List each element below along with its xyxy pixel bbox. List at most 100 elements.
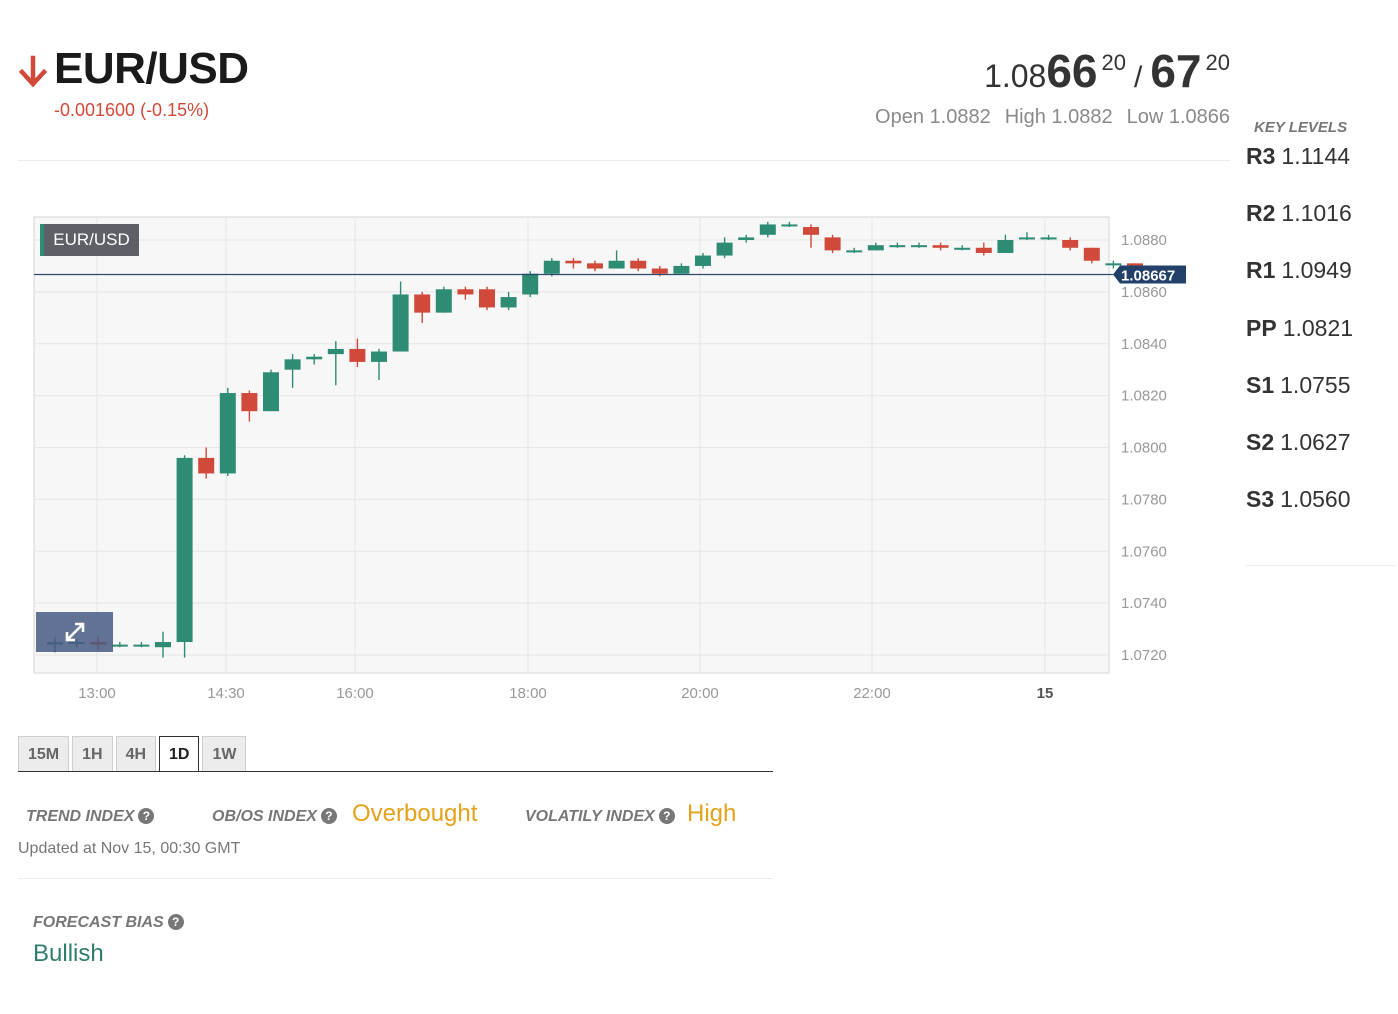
candle-body — [651, 268, 668, 274]
x-tick-label: 20:00 — [681, 685, 719, 702]
help-icon[interactable]: ? — [167, 914, 184, 930]
divider — [1246, 565, 1396, 566]
candle-body — [587, 263, 603, 269]
key-level-s3: S3 1.0560 — [1246, 486, 1351, 513]
key-level-name: S2 — [1246, 429, 1275, 455]
chart-symbol-label: EUR/USD — [40, 224, 139, 256]
candle-body — [975, 247, 992, 253]
candle-body — [630, 260, 647, 269]
candle-body — [759, 224, 776, 235]
high-value: High 1.0882 — [1004, 106, 1113, 128]
bid-sup: 20 — [1101, 50, 1126, 75]
help-icon[interactable]: ? — [320, 808, 337, 824]
y-tick-label: 1.0880 — [1121, 232, 1167, 249]
candle-body — [738, 237, 755, 240]
volatility-index-value: High — [687, 800, 737, 827]
candle-body — [889, 245, 906, 248]
candle-body — [803, 227, 819, 235]
help-icon[interactable]: ? — [138, 808, 155, 824]
candle-body — [241, 393, 258, 412]
low-value: Low 1.0866 — [1126, 106, 1230, 128]
forecast-bias-value: Bullish — [33, 940, 104, 967]
candle-body — [608, 260, 625, 269]
bid-big: 66 — [1046, 45, 1098, 97]
y-tick-label: 1.0860 — [1121, 284, 1167, 301]
trend-index-text: TREND INDEX — [26, 808, 135, 825]
expand-icon — [65, 622, 84, 642]
candle-body — [155, 642, 171, 648]
key-level-s2: S2 1.0627 — [1246, 429, 1351, 456]
key-level-name: PP — [1246, 314, 1277, 341]
y-tick-label: 1.0820 — [1121, 388, 1167, 405]
x-tick-label: 22:00 — [853, 685, 891, 702]
candle-body — [824, 237, 841, 251]
divider — [18, 878, 773, 879]
key-level-name: R3 — [1246, 143, 1276, 169]
key-level-r3: R3 1.1144 — [1246, 143, 1350, 170]
candle-body — [1040, 237, 1057, 240]
x-tick-label: 16:00 — [336, 685, 374, 702]
candle-body — [1019, 237, 1035, 240]
bid-ask-quote: 1.0866 20/67 20 — [984, 44, 1230, 98]
candle-body — [673, 265, 690, 274]
key-level-name: S3 — [1246, 486, 1275, 513]
help-icon[interactable]: ? — [658, 808, 675, 824]
obos-index-text: OB/OS INDEX — [212, 808, 317, 825]
tab-1h[interactable]: 1H — [72, 736, 113, 772]
candle-body — [198, 457, 215, 474]
candle-body — [349, 348, 366, 362]
key-level-pp: PP 1.0821 — [1246, 315, 1353, 342]
key-level-name: S1 — [1246, 371, 1275, 398]
candle-body — [500, 297, 517, 308]
candle-body — [457, 289, 474, 295]
candle-body — [414, 294, 431, 313]
tab-1d[interactable]: 1D — [159, 736, 200, 772]
candle-body — [781, 224, 798, 227]
candle-body — [133, 644, 150, 647]
y-tick-label: 1.0720 — [1121, 647, 1167, 664]
expand-button[interactable] — [36, 612, 113, 652]
candle-body — [1105, 263, 1122, 266]
candle-body — [522, 273, 539, 295]
tab-15m[interactable]: 15M — [18, 736, 70, 772]
key-level-value: 1.0821 — [1282, 314, 1354, 341]
candle-body — [954, 247, 971, 250]
quote-separator: / — [1134, 61, 1143, 94]
candle-body — [479, 289, 495, 308]
key-level-name: R1 — [1246, 257, 1276, 284]
candle-body — [1062, 240, 1079, 248]
y-tick-label: 1.0800 — [1121, 440, 1167, 457]
candle-body — [695, 255, 711, 266]
tabs-underline — [18, 771, 773, 772]
candle-body — [565, 260, 582, 264]
forecast-bias-text: FORECAST BIAS — [33, 914, 164, 931]
candle-body — [435, 289, 452, 313]
arrow-down-icon — [18, 55, 48, 88]
tab-4h[interactable]: 4H — [115, 736, 157, 772]
volatility-index-text: VOLATILY INDEX — [525, 808, 655, 825]
bid-prefix: 1.08 — [984, 58, 1047, 94]
candle-body — [543, 260, 560, 274]
y-tick-label: 1.0740 — [1121, 595, 1167, 612]
x-tick-label: 14:30 — [207, 685, 245, 702]
candle-body — [1083, 247, 1100, 261]
key-level-value: 1.0949 — [1281, 257, 1352, 284]
current-price-label: 1.08667 — [1121, 267, 1175, 284]
volatility-index-label: VOLATILY INDEX? — [525, 808, 675, 826]
candle-body — [306, 356, 323, 360]
ohl-summary: Open 1.0882 High 1.0882 Low 1.0866 — [861, 106, 1230, 129]
candle-body — [263, 372, 279, 412]
candle-body — [911, 245, 927, 248]
trend-index-label: TREND INDEX? — [26, 808, 155, 826]
candle-body — [176, 457, 193, 643]
candle-body — [932, 245, 949, 248]
key-level-r1: R1 1.0949 — [1246, 257, 1352, 284]
candlestick-chart[interactable]: 1.0880 1.0860 1.0840 1.0820 1.0800 1.0780 1.07… — [0, 200, 1240, 720]
candle-body — [846, 250, 863, 253]
tab-1w[interactable]: 1W — [202, 736, 247, 772]
key-level-r2: R2 1.1016 — [1246, 200, 1352, 227]
key-level-s1: S1 1.0755 — [1246, 372, 1351, 399]
key-level-name: R2 — [1246, 200, 1276, 227]
price-change: -0.001600 (-0.15%) — [54, 100, 210, 120]
candle-body — [219, 393, 236, 474]
